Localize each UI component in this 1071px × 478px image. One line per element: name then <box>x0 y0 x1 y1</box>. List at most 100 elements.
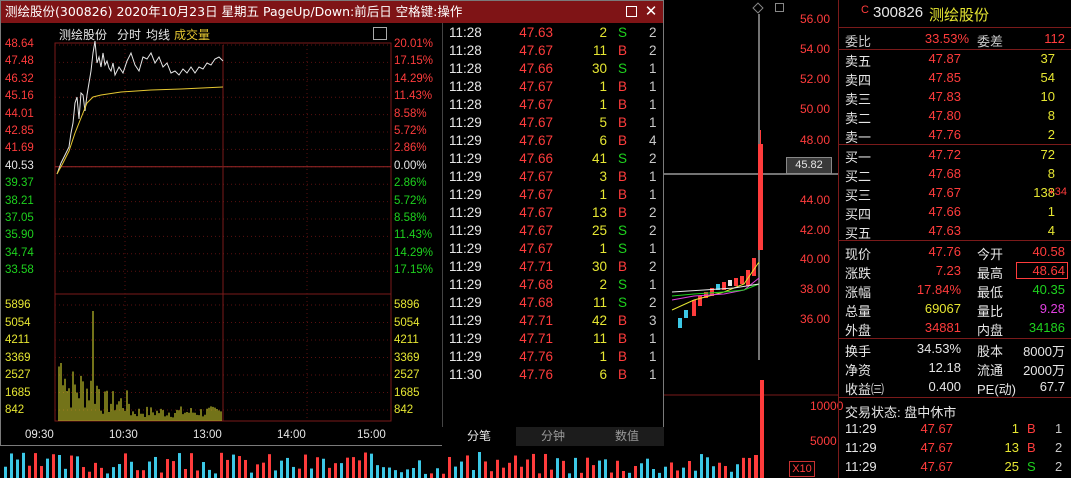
history-volume-bar <box>502 467 505 478</box>
chart-avg-label: 均线 <box>146 28 171 42</box>
tick-volume: 30 <box>591 259 607 274</box>
tick-row: 11:29 47.67 1 B 1 <box>443 187 665 205</box>
history-volume-bar <box>628 472 631 478</box>
order-book-row[interactable]: 买五 47.63 4 <box>839 222 1071 241</box>
order-book-row[interactable]: 买三 47.67 138 +34 <box>839 184 1071 203</box>
close-icon[interactable]: ✕ <box>643 4 659 20</box>
stat-row: 涨幅 17.84% 最低 40.35 <box>839 281 1071 300</box>
history-volume-bar <box>496 459 499 478</box>
history-volume-bar <box>550 469 553 478</box>
tick-volume: 41 <box>591 151 607 166</box>
history-volume-bar <box>664 466 667 478</box>
history-volume-bar <box>640 463 643 478</box>
tick-count: 1 <box>649 241 657 256</box>
kline-axis-label: 50.00 <box>800 102 831 116</box>
popup-title[interactable]: 测绘股份(300826) 2020年10月23日 星期五 PageUp/Down… <box>1 1 663 23</box>
stat-value: 40.58 <box>1032 244 1065 259</box>
history-volume-bar <box>694 470 697 478</box>
tick-side: S <box>618 241 628 256</box>
tab-values[interactable]: 数值 <box>590 427 664 446</box>
price-axis-label: 42.85 <box>5 125 34 137</box>
background-volume-strip <box>4 452 757 478</box>
order-book-row[interactable]: 买四 47.66 1 <box>839 203 1071 222</box>
tick-volume: 6 <box>599 367 607 382</box>
history-volume-bar <box>4 466 7 478</box>
intraday-chart[interactable]: 测绘股份 分时 均线 成交量 48.64 20.01% 47.48 17.15% 46.… <box>1 23 441 447</box>
history-volume-bar <box>532 453 535 478</box>
level-label: 卖三 <box>845 92 872 107</box>
history-volume-bar <box>400 472 403 478</box>
stat-label: 最低 <box>977 285 1004 300</box>
history-volume-bar <box>370 453 373 478</box>
time-axis-label: 10:30 <box>109 429 138 441</box>
order-book-row[interactable]: 卖一 47.76 2 <box>839 126 1071 145</box>
tick-volume: 30 <box>591 61 607 76</box>
recent-count: 2 <box>1055 459 1063 474</box>
history-volume-bar <box>304 454 307 478</box>
avg-line <box>56 86 224 175</box>
tick-side: S <box>618 25 628 40</box>
tick-side: B <box>618 259 628 274</box>
history-volume-bar <box>700 454 703 478</box>
tick-price: 47.76 <box>519 349 553 364</box>
tick-list[interactable]: 11:28 47.63 2 S 2 11:28 47.67 11 B 2 11:28 47.66 30 S… <box>442 23 664 427</box>
history-volume-bar <box>358 460 361 478</box>
vol-axis-label: 5054 <box>5 316 31 329</box>
intraday-popup-window[interactable]: 测绘股份(300826) 2020年10月23日 星期五 PageUp/Down… <box>0 0 664 446</box>
tick-row: 11:29 47.76 1 B 1 <box>443 349 665 367</box>
stat-label: 量比 <box>977 304 1004 319</box>
tick-time: 11:29 <box>449 241 482 256</box>
weicha-value: 112 <box>1044 31 1065 46</box>
history-volume-bar <box>196 470 199 478</box>
fund-value: 2000万 <box>1023 363 1065 378</box>
tick-row: 11:29 47.67 5 B 1 <box>443 115 665 133</box>
weibi-value: 33.53% <box>924 31 969 46</box>
level-volume: 4 <box>1047 223 1055 238</box>
stat-row: 外盘 34881 内盘 34186 <box>839 319 1071 338</box>
fund-row: 收益㈢ 0.400 PE(动) 67.7 <box>839 378 1071 397</box>
history-volume-bar <box>64 468 67 478</box>
stat-label: 最高 <box>977 266 1004 281</box>
level-label: 卖五 <box>845 54 872 69</box>
history-volume-bar <box>286 457 289 478</box>
tab-ticks[interactable]: 分笔 <box>442 427 516 446</box>
history-volume-bar <box>364 452 367 478</box>
level-price: 47.63 <box>928 223 961 238</box>
tick-time: 11:29 <box>449 313 482 328</box>
tick-side: S <box>618 151 628 166</box>
pct-axis-label: 5.72% <box>394 125 427 137</box>
order-book-row[interactable]: 卖四 47.85 54 <box>839 69 1071 88</box>
weibi-label: 委比 <box>845 34 872 49</box>
tick-time: 11:29 <box>449 151 482 166</box>
recent-volume: 25 <box>1004 459 1019 474</box>
recent-time: 11:29 <box>845 421 877 436</box>
level-price: 47.83 <box>928 89 961 104</box>
tick-count: 3 <box>649 313 657 328</box>
tab-minutes[interactable]: 分钟 <box>516 427 590 446</box>
pct-axis-label: 14.29% <box>394 246 434 259</box>
tick-price: 47.76 <box>519 367 553 382</box>
tick-count: 2 <box>649 295 657 310</box>
maximize-icon[interactable] <box>626 6 637 17</box>
tick-volume: 11 <box>592 43 607 58</box>
tick-count: 1 <box>649 169 657 184</box>
order-book-row[interactable]: 买二 47.68 8 <box>839 165 1071 184</box>
tick-price: 47.71 <box>519 331 553 346</box>
history-volume-bar <box>166 459 169 478</box>
tick-side: S <box>618 277 628 292</box>
chart-settings-icon[interactable] <box>373 27 387 40</box>
history-volume-bar <box>688 461 691 478</box>
candle <box>740 276 744 284</box>
tick-time: 11:28 <box>449 97 482 112</box>
order-book-row[interactable]: 买一 47.72 72 <box>839 146 1071 165</box>
square-icon[interactable] <box>775 3 784 12</box>
level-price: 47.87 <box>928 51 961 66</box>
price-axis-label: 35.90 <box>5 229 34 242</box>
history-volume-bar <box>574 457 577 478</box>
fund-value: 34.53% <box>916 341 961 356</box>
order-book-row[interactable]: 卖五 47.87 37 <box>839 50 1071 69</box>
order-book-row[interactable]: 卖三 47.83 10 <box>839 88 1071 107</box>
order-book-row[interactable]: 卖二 47.80 8 <box>839 107 1071 126</box>
tick-row: 11:29 47.71 11 B 1 <box>443 331 665 349</box>
time-axis-label: 13:00 <box>193 429 222 441</box>
